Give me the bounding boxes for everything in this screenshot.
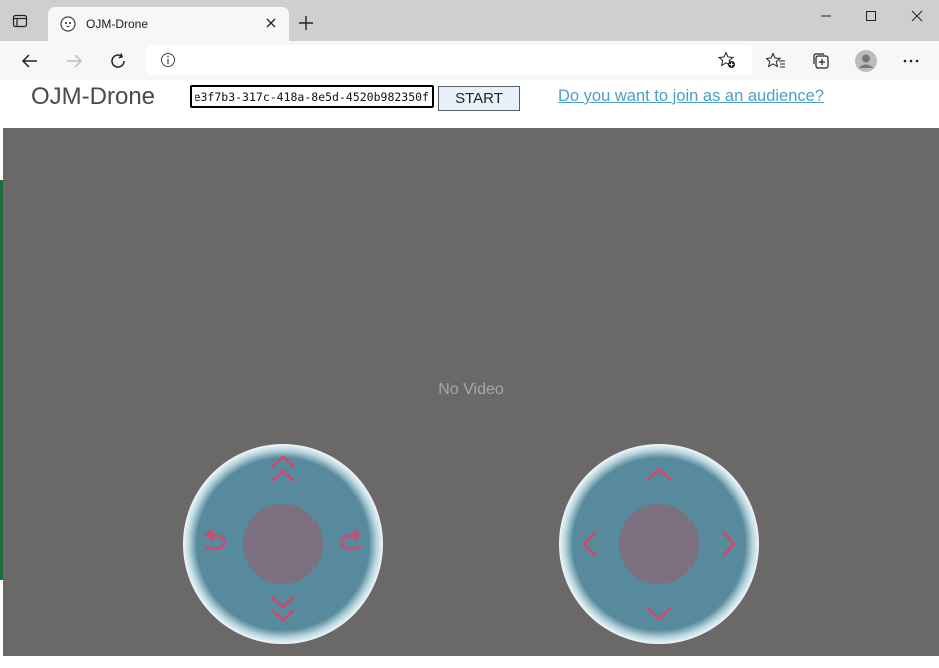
refresh-icon[interactable] xyxy=(106,49,130,73)
more-menu-icon[interactable] xyxy=(899,49,923,73)
site-brand: OJM-Drone xyxy=(31,83,156,110)
tab-title: OJM-Drone xyxy=(86,17,149,31)
penguin-favicon-icon xyxy=(60,16,76,32)
tab-actions-icon[interactable] xyxy=(8,9,32,33)
start-button[interactable]: START xyxy=(438,86,520,111)
browser-toolbar xyxy=(0,41,939,81)
tab-close-icon[interactable] xyxy=(263,15,279,31)
right-joystick-knob[interactable] xyxy=(619,504,699,584)
browser-titlebar: OJM-Drone xyxy=(0,0,939,41)
profile-avatar-icon[interactable] xyxy=(854,49,878,73)
left-joystick[interactable] xyxy=(182,443,384,645)
left-joystick-knob[interactable] xyxy=(243,504,323,584)
join-audience-link[interactable]: Do you want to join as an audience? xyxy=(558,87,824,106)
collections-icon[interactable] xyxy=(809,49,833,73)
right-joystick[interactable] xyxy=(558,443,760,645)
maximize-icon[interactable] xyxy=(856,6,886,26)
new-tab-icon[interactable] xyxy=(296,13,316,33)
add-favorite-icon[interactable] xyxy=(717,51,736,69)
address-bar[interactable] xyxy=(146,45,752,75)
favorites-icon[interactable] xyxy=(764,49,788,73)
site-header: OJM-Drone START Do you want to join as a… xyxy=(0,80,939,128)
back-icon[interactable] xyxy=(18,49,42,73)
minimize-icon[interactable] xyxy=(811,6,841,26)
video-area: No Video xyxy=(3,128,939,656)
browser-tab[interactable]: OJM-Drone xyxy=(48,7,289,41)
no-video-label: No Video xyxy=(438,381,504,398)
session-id-input[interactable] xyxy=(190,85,434,108)
close-window-icon[interactable] xyxy=(902,6,932,26)
site-info-icon[interactable] xyxy=(160,52,176,68)
forward-icon[interactable] xyxy=(62,49,86,73)
